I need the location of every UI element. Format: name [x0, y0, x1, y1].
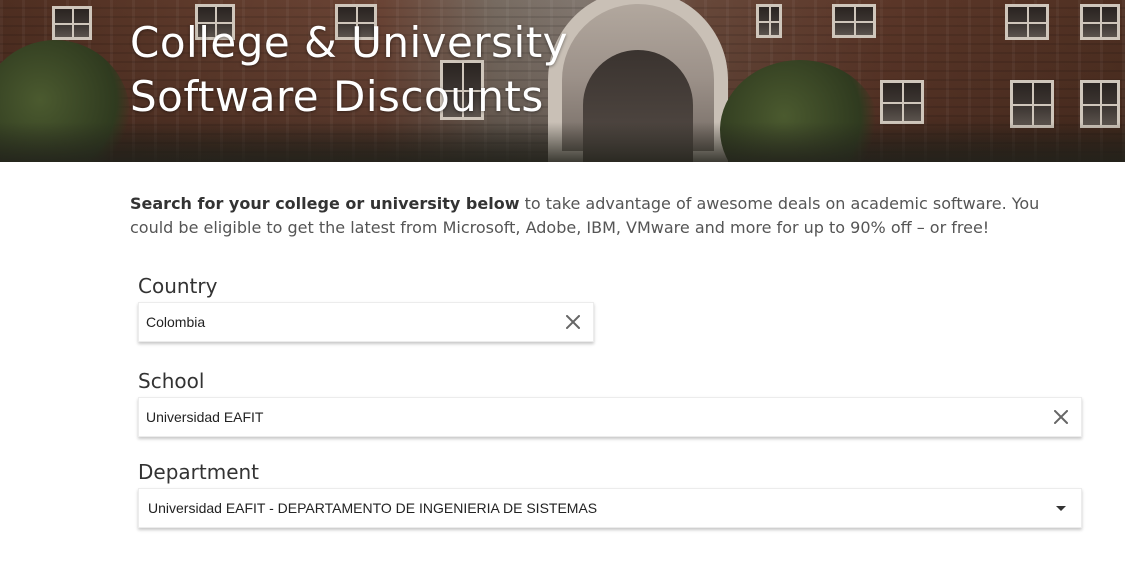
hero-window [1010, 80, 1054, 128]
page-title: College & University Software Discounts [130, 16, 568, 124]
hero-window [1080, 4, 1120, 40]
hero-ground [0, 122, 1125, 162]
close-icon-glyph [566, 315, 580, 329]
close-icon[interactable] [553, 303, 593, 341]
school-label: School [138, 369, 205, 393]
caret-down-icon[interactable] [1041, 489, 1081, 527]
school-value[interactable]: Universidad EAFIT [139, 409, 1041, 425]
country-field[interactable]: Colombia [138, 302, 594, 342]
country-label: Country [138, 274, 218, 298]
hero-window [1005, 4, 1049, 40]
school-field[interactable]: Universidad EAFIT [138, 397, 1082, 437]
page-title-line-1: College & University [130, 18, 569, 67]
hero-window [832, 4, 876, 38]
hero-window [1080, 80, 1120, 128]
hero-window [880, 80, 924, 124]
page-title-line-2: Software Discounts [130, 72, 544, 121]
caret-down-glyph [1056, 505, 1066, 511]
hero-window [756, 4, 782, 38]
country-value[interactable]: Colombia [139, 314, 553, 330]
department-value[interactable]: Universidad EAFIT - DEPARTAMENTO DE INGE… [139, 500, 1041, 516]
hero-window [52, 6, 92, 40]
close-icon[interactable] [1041, 398, 1081, 436]
intro-bold-text: Search for your college or university be… [130, 194, 520, 213]
hero-banner: College & University Software Discounts [0, 0, 1125, 162]
department-label: Department [138, 460, 260, 484]
close-icon-glyph [1054, 410, 1068, 424]
intro-text: Search for your college or university be… [130, 192, 1080, 240]
department-select[interactable]: Universidad EAFIT - DEPARTAMENTO DE INGE… [138, 488, 1082, 528]
